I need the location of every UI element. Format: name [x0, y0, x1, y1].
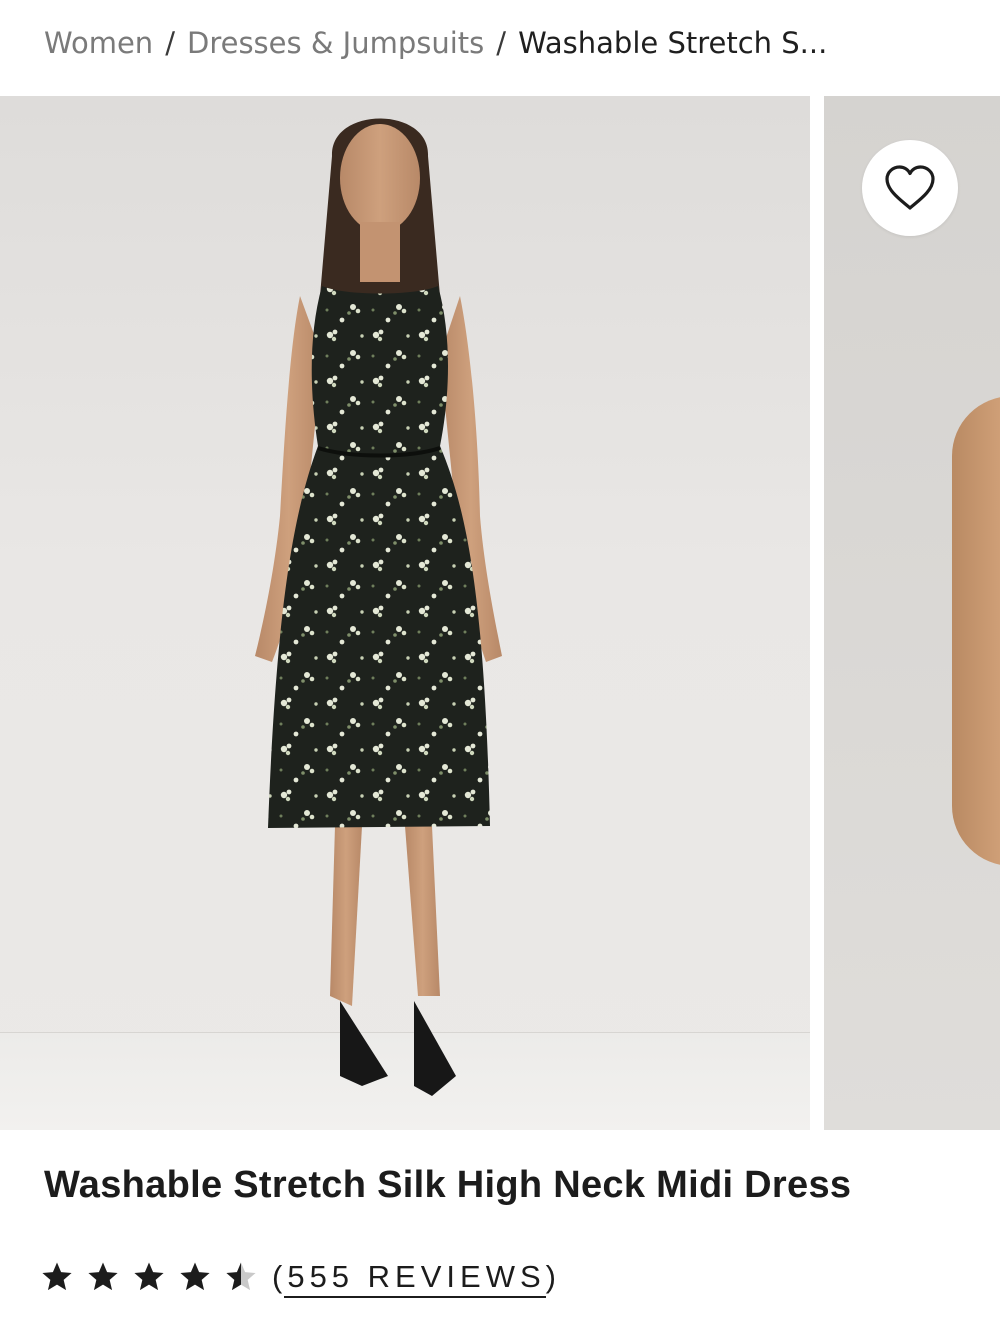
product-title: Washable Stretch Silk High Neck Midi Dre… — [44, 1164, 852, 1206]
product-photo-next[interactable] — [824, 96, 1000, 1130]
breadcrumb-dresses-link[interactable]: Dresses & Jumpsuits — [187, 26, 484, 60]
star-full-icon — [180, 1262, 210, 1291]
product-page: Women / Dresses & Jumpsuits / Washable S… — [0, 0, 1000, 1333]
breadcrumb: Women / Dresses & Jumpsuits / Washable S… — [44, 22, 827, 64]
star-full-icon — [42, 1262, 72, 1291]
star-full-icon — [134, 1262, 164, 1291]
product-image-gallery[interactable] — [0, 96, 1000, 1130]
product-photo-main[interactable] — [0, 96, 810, 1130]
breadcrumb-women-link[interactable]: Women — [44, 26, 153, 60]
heart-outline-icon — [885, 165, 935, 210]
reviews-link[interactable]: (555 REVIEWS) — [272, 1259, 561, 1295]
star-rating — [40, 1260, 270, 1294]
breadcrumb-current: Washable Stretch S... — [518, 26, 828, 60]
wishlist-button[interactable] — [862, 140, 958, 236]
reviews-link-underline — [284, 1296, 546, 1298]
breadcrumb-separator: / — [165, 26, 175, 60]
breadcrumb-separator: / — [496, 26, 507, 60]
star-half-icon — [226, 1262, 256, 1291]
photo-next-arm — [952, 396, 1000, 866]
model-figure — [255, 118, 502, 1096]
product-rating[interactable]: (555 REVIEWS) — [40, 1252, 561, 1302]
star-full-icon — [88, 1262, 118, 1291]
